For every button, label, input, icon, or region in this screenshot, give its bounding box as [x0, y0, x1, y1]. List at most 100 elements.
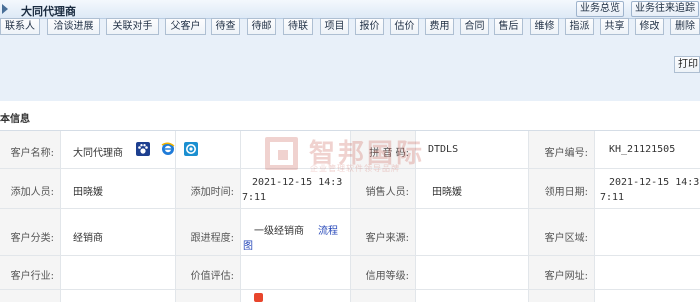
customer-no-value: KH_21121505: [609, 144, 676, 155]
column-divider: [528, 131, 529, 302]
customer-name-label: 客户名称:: [10, 148, 54, 159]
label-cell: 跟进程度:: [175, 209, 240, 255]
adder-label: 添加人员:: [10, 187, 54, 198]
edit-icon[interactable]: [254, 293, 263, 302]
pending-check-button[interactable]: 待查: [211, 18, 240, 35]
label-cell: [528, 290, 594, 302]
browser-e-icon[interactable]: [161, 142, 175, 156]
business-overview-button[interactable]: 业务总览: [576, 1, 624, 17]
value-cell: [60, 256, 175, 289]
add-time-value-cont: 7:11: [242, 192, 267, 203]
value-cell: 2021-12-15 14:3 7:11: [594, 169, 700, 208]
title-bar: 大同代理商 业务总览 业务往来追踪: [0, 0, 700, 19]
label-cell: 客户来源:: [350, 209, 415, 255]
pinyin-value: DTDLS: [428, 144, 459, 155]
label-cell: 客户分类:: [0, 209, 60, 255]
label-cell: 价值评估:: [175, 256, 240, 289]
quote-button[interactable]: 报价: [355, 18, 384, 35]
project-button[interactable]: 项目: [320, 18, 349, 35]
value-cell: KH_21121505: [594, 131, 700, 168]
label-cell: 信用等级:: [350, 256, 415, 289]
sales-value: 田晓媛: [432, 187, 462, 198]
claim-date-value-cont: 7:11: [600, 192, 625, 203]
triangle-arrow-icon: [2, 4, 8, 14]
column-divider: [175, 131, 176, 302]
pending-contact-button[interactable]: 待联: [283, 18, 313, 35]
value-cell: [415, 209, 528, 255]
add-time-value: 2021-12-15 14:3: [252, 177, 343, 188]
sales-label: 销售人员:: [365, 187, 409, 198]
after-sales-button[interactable]: 售后: [494, 18, 523, 35]
column-divider: [240, 131, 241, 302]
website-label: 客户网址:: [544, 271, 588, 282]
claim-date-label: 领用日期:: [544, 187, 588, 198]
repair-button[interactable]: 维修: [530, 18, 559, 35]
category-value: 经销商: [73, 233, 103, 244]
contract-button[interactable]: 合同: [460, 18, 489, 35]
label-cell: [0, 290, 60, 302]
label-cell: 客户行业:: [0, 256, 60, 289]
column-divider: [594, 131, 595, 302]
label-cell: [175, 290, 240, 302]
value-cell: 一级经销商 流程 图: [240, 209, 350, 255]
source-label: 客户来源:: [365, 233, 409, 244]
negotiation-button[interactable]: 洽谈进展: [47, 18, 100, 35]
progress-label: 跟进程度:: [190, 233, 234, 244]
share-button[interactable]: 共享: [600, 18, 629, 35]
label-cell: 拼 音 码:: [350, 131, 415, 168]
column-divider: [60, 131, 61, 302]
label-cell: 客户名称:: [0, 131, 60, 168]
paw-icon[interactable]: [136, 142, 150, 156]
toolbar: [0, 19, 700, 101]
print-button[interactable]: 打印: [674, 56, 700, 73]
region-label: 客户区域:: [544, 233, 588, 244]
value-cell: 大同代理商: [60, 131, 350, 168]
competitors-button[interactable]: 关联对手: [106, 18, 159, 35]
column-divider: [350, 131, 351, 302]
value-cell: [240, 290, 350, 302]
pending-mail-button[interactable]: 待邮: [247, 18, 276, 35]
customer-no-label: 客户编号:: [544, 148, 588, 159]
business-tracking-button[interactable]: 业务往来追踪: [631, 1, 699, 17]
value-cell: [240, 256, 350, 289]
value-cell: DTDLS: [415, 131, 528, 168]
value-assessment-label: 价值评估:: [190, 271, 234, 282]
label-cell: 客户编号:: [528, 131, 594, 168]
pinyin-label: 拼 音 码:: [369, 148, 409, 159]
value-cell: [415, 256, 528, 289]
value-cell: 田晓媛: [415, 169, 528, 208]
value-cell: 经销商: [60, 209, 175, 255]
delete-button[interactable]: 删除: [670, 18, 700, 35]
value-cell: [594, 256, 700, 289]
value-cell: [594, 209, 700, 255]
estimate-button[interactable]: 估价: [390, 18, 419, 35]
adder-value: 田晓媛: [73, 187, 103, 198]
progress-value: 一级经销商: [254, 226, 304, 237]
section-header: 本信息: [0, 101, 700, 131]
column-divider: [415, 131, 416, 302]
assign-button[interactable]: 指派: [565, 18, 594, 35]
expense-button[interactable]: 费用: [425, 18, 454, 35]
value-cell: 2021-12-15 14:3 7:11: [240, 169, 350, 208]
label-cell: 领用日期:: [528, 169, 594, 208]
flow-chart-link-cont[interactable]: 图: [243, 237, 253, 252]
contacts-button[interactable]: 联系人: [0, 18, 40, 35]
edit-button[interactable]: 修改: [635, 18, 664, 35]
label-cell: [350, 290, 415, 302]
label-cell: 客户区域:: [528, 209, 594, 255]
label-cell: 客户网址:: [528, 256, 594, 289]
industry-label: 客户行业:: [10, 271, 54, 282]
page-title: 大同代理商: [21, 5, 76, 18]
label-cell: 添加人员:: [0, 169, 60, 208]
flow-chart-link[interactable]: 流程: [318, 222, 338, 237]
credit-label: 信用等级:: [365, 271, 409, 282]
map-icon[interactable]: [184, 142, 198, 156]
add-time-label: 添加时间:: [190, 187, 234, 198]
section-title: 本信息: [0, 114, 30, 125]
customer-name-value: 大同代理商: [73, 148, 123, 159]
label-cell: 销售人员:: [350, 169, 415, 208]
label-cell: 添加时间:: [175, 169, 240, 208]
parent-customer-button[interactable]: 父客户: [165, 18, 206, 35]
value-cell: 田晓媛: [60, 169, 175, 208]
claim-date-value: 2021-12-15 14:3: [609, 177, 700, 188]
